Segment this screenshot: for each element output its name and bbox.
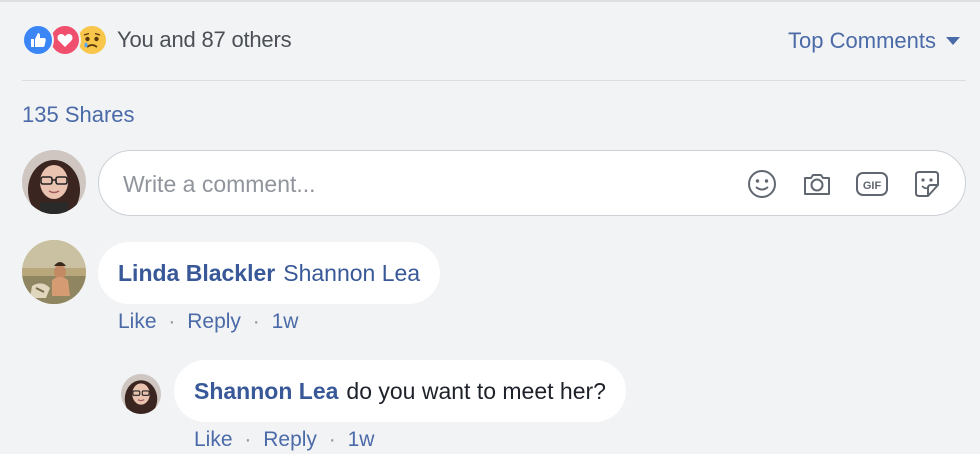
sort-comments-dropdown[interactable]: Top Comments bbox=[788, 28, 960, 54]
comment-mention[interactable]: Shannon Lea bbox=[283, 260, 420, 287]
like-icon bbox=[22, 24, 54, 56]
separator: · bbox=[244, 428, 252, 451]
current-user-avatar[interactable] bbox=[22, 150, 86, 214]
reply-actions: Like · Reply · 1w bbox=[194, 428, 374, 452]
sort-label: Top Comments bbox=[788, 28, 936, 53]
divider bbox=[22, 80, 966, 81]
reply-author-avatar[interactable] bbox=[121, 374, 161, 414]
caret-down-icon bbox=[946, 37, 960, 45]
gif-icon[interactable]: GIF bbox=[855, 167, 889, 201]
separator: · bbox=[168, 310, 176, 333]
reply-link[interactable]: Reply bbox=[263, 428, 317, 451]
reply-timestamp[interactable]: 1w bbox=[348, 428, 375, 451]
comment-input[interactable] bbox=[121, 151, 725, 217]
comment-timestamp[interactable]: 1w bbox=[272, 310, 299, 333]
reaction-icons bbox=[22, 24, 108, 56]
camera-icon[interactable] bbox=[800, 167, 834, 201]
reply-link[interactable]: Reply bbox=[187, 310, 241, 333]
emoji-icon[interactable] bbox=[745, 167, 779, 201]
like-link[interactable]: Like bbox=[118, 310, 157, 333]
comment-composer: GIF bbox=[98, 150, 966, 217]
top-border bbox=[0, 0, 980, 2]
comment-bubble: Linda Blackler Shannon Lea bbox=[98, 242, 441, 304]
reactions-summary[interactable]: You and 87 others bbox=[22, 22, 292, 58]
commenter-avatar[interactable] bbox=[22, 240, 86, 304]
separator: · bbox=[252, 310, 260, 333]
svg-text:GIF: GIF bbox=[863, 180, 882, 192]
reply-author[interactable]: Shannon Lea bbox=[194, 378, 338, 405]
sticker-icon[interactable] bbox=[910, 167, 944, 201]
reply-text: do you want to meet her? bbox=[346, 377, 606, 404]
comment-author[interactable]: Linda Blackler bbox=[118, 260, 275, 287]
shares-count[interactable]: 135 Shares bbox=[22, 102, 135, 128]
reactions-count[interactable]: You and 87 others bbox=[117, 27, 292, 53]
separator: · bbox=[328, 428, 336, 451]
like-link[interactable]: Like bbox=[194, 428, 233, 451]
comment-actions: Like · Reply · 1w bbox=[118, 310, 298, 334]
reply-bubble: Shannon Lea do you want to meet her? bbox=[174, 360, 626, 422]
